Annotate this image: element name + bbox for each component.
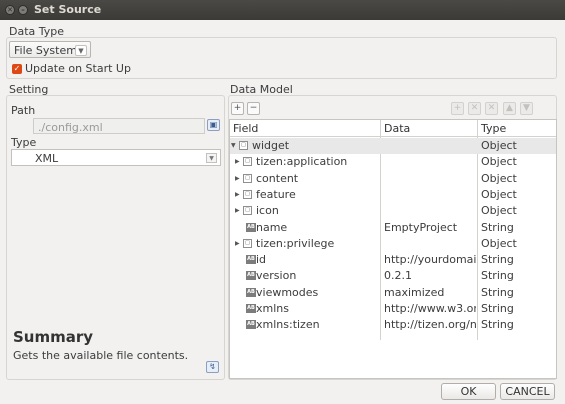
cell-field: content [256, 171, 299, 185]
remove-icon[interactable]: ✕ [468, 102, 481, 115]
window-title: Set Source [34, 3, 102, 16]
title-bar: ✕ – Set Source [0, 0, 565, 20]
cell-type: Object [481, 236, 517, 250]
attribute-node-icon: AB [246, 255, 256, 265]
cell-field: widget [252, 139, 290, 152]
cell-type: String [481, 318, 514, 332]
cell-type: String [481, 302, 514, 315]
table-row[interactable]: AB version 0.2.1 String [230, 268, 556, 284]
table-row[interactable]: ▶ □ feature Object [230, 187, 556, 203]
cell-field: xmlns [256, 302, 289, 315]
minimize-icon[interactable]: – [18, 5, 28, 15]
column-header-field[interactable]: Field [233, 122, 258, 135]
element-node-icon: □ [243, 189, 252, 199]
help-icon[interactable]: ↯ [206, 361, 219, 373]
close-icon[interactable]: ✕ [5, 5, 15, 15]
element-node-icon: □ [243, 206, 252, 216]
summary-title: Summary [13, 328, 94, 346]
cell-type: String [481, 253, 514, 267]
browse-path-icon[interactable]: ▣ [207, 119, 220, 131]
type-select-value: XML [35, 152, 59, 165]
collapsed-arrow-icon[interactable]: ▶ [235, 158, 240, 165]
type-select[interactable]: XML ▼ [11, 149, 221, 166]
clear-icon[interactable]: ✕ [485, 102, 498, 115]
attribute-node-icon: AB [246, 304, 256, 313]
move-up-icon[interactable]: ▲ [503, 102, 516, 115]
move-down-icon[interactable]: ▼ [520, 102, 533, 115]
element-node-icon: □ [243, 157, 252, 167]
attribute-node-icon: AB [246, 320, 256, 330]
cell-data[interactable]: http://yourdomain/ [384, 253, 476, 266]
element-node-icon: □ [243, 238, 252, 248]
update-on-startup-label: Update on Start Up [25, 62, 131, 75]
cell-data[interactable]: 0.2.1 [384, 269, 476, 282]
chevron-down-icon: ▼ [75, 45, 87, 56]
cell-type: Object [481, 187, 517, 201]
table-row[interactable]: AB name EmptyProject String [230, 220, 556, 236]
cell-data[interactable]: http://tizen.org/ns/ [384, 318, 476, 331]
collapse-all-icon[interactable]: − [247, 102, 260, 115]
element-node-icon: □ [243, 173, 252, 183]
cell-field: name [256, 220, 288, 234]
table-row[interactable]: ▶ □ tizen:application Object [230, 154, 556, 170]
data-type-select-value: File System [14, 44, 77, 57]
expanded-arrow-icon[interactable]: ▼ [231, 142, 236, 149]
cell-field: version [256, 269, 297, 283]
attribute-node-icon: AB [246, 287, 256, 297]
path-field[interactable]: ./config.xml [33, 118, 205, 134]
ok-button[interactable]: OK [441, 383, 496, 400]
cell-field: id [256, 253, 267, 267]
cell-data[interactable]: EmptyProject [384, 221, 476, 234]
table-row[interactable]: ABxmlns:tizen http://tizen.org/ns/String [230, 317, 556, 333]
type-label: Type [11, 136, 37, 149]
cell-type: Object [481, 155, 517, 169]
cell-data[interactable]: maximized [384, 286, 476, 299]
table-row[interactable]: ▶ □ tizen:privilege Object [230, 236, 556, 252]
cell-type: String [481, 220, 514, 234]
cell-field: feature [256, 187, 296, 201]
data-type-select[interactable]: File System ▼ [9, 41, 91, 58]
chevron-down-icon: ▼ [206, 153, 217, 163]
cell-field: tizen:privilege [256, 236, 335, 250]
table-row[interactable]: ABid http://yourdomain/String [230, 252, 556, 268]
attribute-node-icon: AB [246, 271, 256, 281]
cancel-button[interactable]: CANCEL [500, 383, 555, 400]
table-header: Field Data Type [230, 120, 556, 137]
cell-field: icon [256, 204, 279, 218]
cell-type: String [481, 285, 514, 299]
cell-type: String [481, 269, 514, 283]
collapsed-arrow-icon[interactable]: ▶ [235, 191, 240, 198]
table-row[interactable]: ▼ □ widget Object [230, 138, 556, 154]
cell-field: tizen:application [256, 155, 348, 169]
cell-type: Object [481, 204, 517, 218]
table-row[interactable]: ▶ □ icon Object [230, 203, 556, 219]
add-icon[interactable]: + [451, 102, 464, 115]
update-on-startup-checkbox[interactable]: ✓ [12, 64, 22, 74]
element-node-icon: □ [239, 141, 248, 150]
table-row[interactable]: ABxmlns http://www.w3.org/String [230, 301, 556, 317]
cell-data[interactable]: http://www.w3.org/ [384, 302, 476, 315]
table-row[interactable]: AB viewmodes maximized String [230, 285, 556, 301]
path-label: Path [11, 104, 36, 117]
column-header-data[interactable]: Data [384, 122, 410, 135]
collapsed-arrow-icon[interactable]: ▶ [235, 240, 240, 247]
column-header-type[interactable]: Type [481, 122, 506, 135]
cell-type: Object [481, 171, 517, 185]
summary-text: Gets the available file contents. [13, 349, 189, 362]
collapsed-arrow-icon[interactable]: ▶ [235, 175, 240, 182]
cell-type: Object [481, 139, 517, 152]
attribute-node-icon: AB [246, 222, 256, 232]
cell-field: xmlns:tizen [256, 318, 320, 332]
collapsed-arrow-icon[interactable]: ▶ [235, 207, 240, 214]
data-model-table[interactable]: Field Data Type ▼ □ widget Object ▶ □ tizen:ap… [229, 119, 557, 379]
expand-all-icon[interactable]: + [231, 102, 244, 115]
cell-field: viewmodes [256, 285, 319, 299]
table-row[interactable]: ▶ □ content Object [230, 171, 556, 187]
